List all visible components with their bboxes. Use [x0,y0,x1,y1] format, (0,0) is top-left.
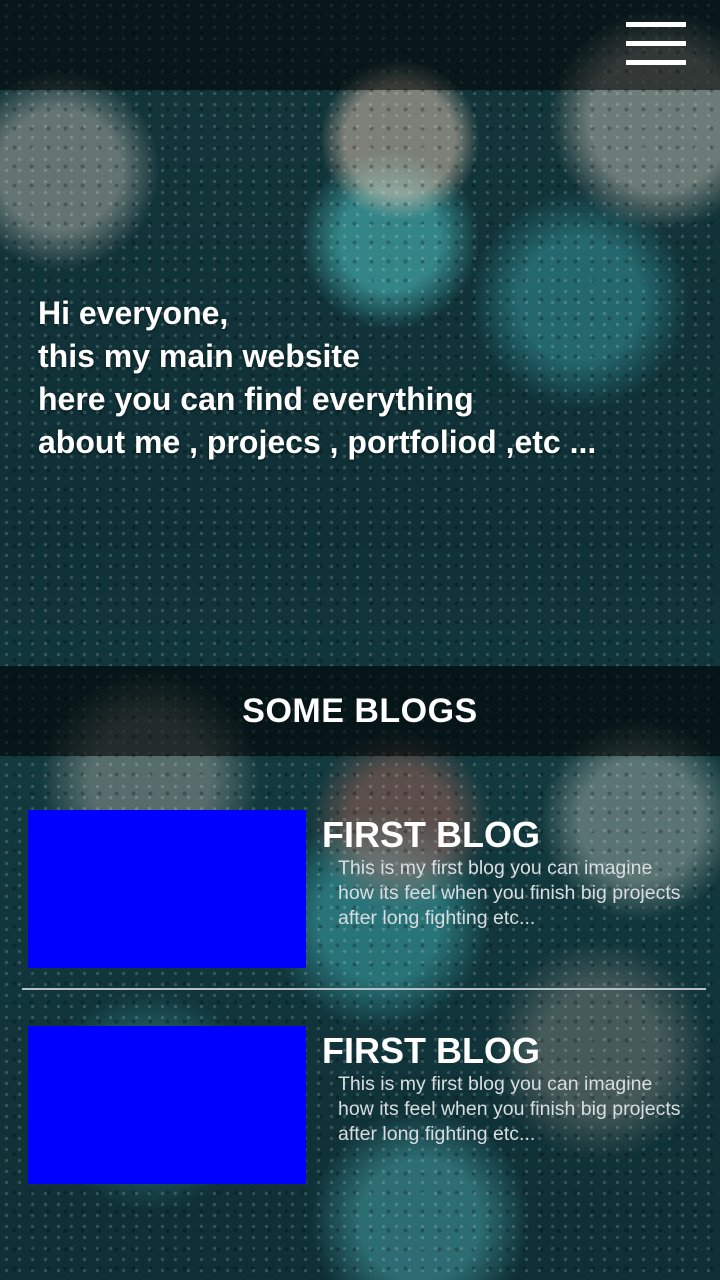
blog-excerpt-line: This is my first blog you can imagine [338,1073,653,1095]
hamburger-menu-icon[interactable] [626,20,686,68]
blog-excerpt: This is my first blog you can imagine ho… [338,856,713,931]
menu-bar-line [626,22,686,27]
blog-card[interactable]: FIRST BLOG This is my first blog you can… [0,810,720,970]
blog-title[interactable]: FIRST BLOG [322,1030,540,1072]
blog-thumbnail[interactable] [28,810,306,968]
blog-excerpt-line: how its feel when you finish big project… [338,1098,681,1120]
blog-excerpt-line: how its feel when you finish big project… [338,882,681,904]
blog-excerpt-line: after long fighting etc... [338,1123,536,1145]
hero-line: this my main website [38,338,360,374]
blog-card[interactable]: FIRST BLOG This is my first blog you can… [0,1026,720,1186]
blog-divider [22,988,706,990]
hero-line: Hi everyone, [38,295,229,331]
menu-bar-line [626,60,686,65]
blogs-section-header: SOME BLOGS [0,666,720,756]
blog-excerpt-line: after long fighting etc... [338,907,536,929]
menu-bar-line [626,41,686,46]
hero-intro-text: Hi everyone, this my main website here y… [38,292,698,464]
blog-thumbnail[interactable] [28,1026,306,1184]
top-bar [0,0,720,90]
blog-excerpt: This is my first blog you can imagine ho… [338,1072,713,1147]
blogs-section-title: SOME BLOGS [242,691,478,730]
hero-line: about me , projecs , portfoliod ,etc ... [38,424,597,460]
hero-line: here you can find everything [38,381,474,417]
blog-title[interactable]: FIRST BLOG [322,814,540,856]
blog-excerpt-line: This is my first blog you can imagine [338,857,653,879]
